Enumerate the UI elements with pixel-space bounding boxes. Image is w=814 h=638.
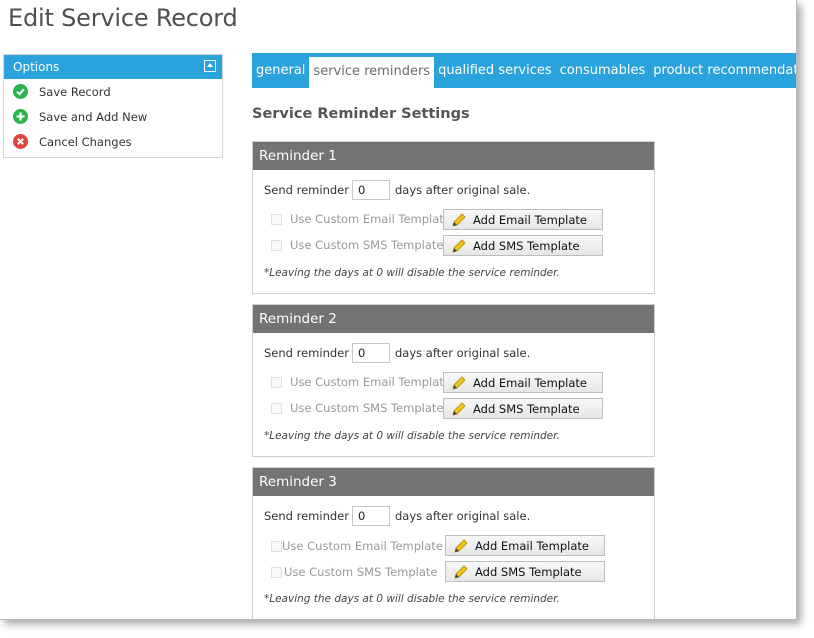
pencil-icon [452,238,466,253]
email-template-checkbox-label: Use Custom Email Template [290,375,451,389]
tab-product-recommendations[interactable]: product recommendations [649,53,796,88]
reminder-title: Reminder 3 [253,468,654,496]
email-template-checkbox[interactable] [271,213,282,225]
email-template-checkbox-label: Use Custom Email Template [290,212,451,226]
send-reminder-row: Send reminder 0 days after original sale… [264,343,530,363]
send-reminder-row: Send reminder 0 days after original sale… [264,180,530,200]
add-email-template-button[interactable]: Add Email Template [445,535,605,556]
save-record-label: Save Record [39,84,111,99]
options-panel: Options Save Record Save and Add New Can… [3,54,223,158]
days-input[interactable]: 0 [351,506,390,526]
app-window: Edit Service Record Options Save Record … [0,0,797,620]
sms-template-checkbox-label: Use Custom SMS Template [290,238,444,252]
check-circle-icon [13,84,28,99]
x-circle-icon [13,134,28,149]
tab-general[interactable]: general [252,53,309,88]
email-template-checkbox-row: Use Custom Email Template [271,375,451,389]
send-reminder-label: Send reminder [264,346,349,360]
add-sms-template-button[interactable]: Add SMS Template [443,235,603,256]
email-template-checkbox-row: Use Custom Email Template [271,212,451,226]
pencil-icon [454,564,468,579]
add-email-template-label: Add Email Template [473,212,587,227]
save-and-add-new-button[interactable]: Save and Add New [4,104,222,129]
sms-template-checkbox-row: Use Custom SMS Template [271,565,438,579]
add-sms-template-button[interactable]: Add SMS Template [443,398,603,419]
section-title: Service Reminder Settings [252,106,470,122]
collapse-icon[interactable] [204,60,216,72]
days-suffix: days after original sale. [394,509,531,523]
tab-qualified-services[interactable]: qualified services [434,53,556,88]
reminder-title: Reminder 2 [253,305,654,333]
send-reminder-label: Send reminder [264,183,349,197]
pencil-icon [452,401,466,416]
reminder-title: Reminder 1 [253,142,654,170]
add-email-template-button[interactable]: Add Email Template [443,372,603,393]
sms-template-checkbox[interactable] [271,402,282,414]
sms-template-checkbox[interactable] [271,239,282,251]
days-input[interactable]: 0 [351,343,390,363]
add-email-template-label: Add Email Template [473,375,587,390]
email-template-checkbox-row: Use Custom Email Template [271,539,443,553]
add-sms-template-label: Add SMS Template [473,238,580,253]
plus-circle-icon [13,109,28,124]
pencil-icon [454,538,468,553]
send-reminder-label: Send reminder [264,509,349,523]
pencil-icon [452,375,466,390]
email-template-checkbox[interactable] [271,540,282,552]
reminder-panel: Reminder 2 Send reminder 0 days after or… [252,304,655,457]
reminder-panel: Reminder 1 Send reminder 0 days after or… [252,141,655,294]
sms-template-checkbox-label: Use Custom SMS Template [284,565,438,579]
cancel-changes-button[interactable]: Cancel Changes [4,129,222,154]
reminder-note: *Leaving the days at 0 will disable the … [264,267,560,279]
tab-service-reminders[interactable]: service reminders [309,57,435,88]
add-email-template-button[interactable]: Add Email Template [443,209,603,230]
add-sms-template-label: Add SMS Template [473,401,580,416]
save-and-add-new-label: Save and Add New [39,109,148,124]
days-suffix: days after original sale. [394,346,531,360]
add-email-template-label: Add Email Template [475,538,589,553]
tab-consumables[interactable]: consumables [556,53,650,88]
add-sms-template-button[interactable]: Add SMS Template [445,561,605,582]
email-template-checkbox-label: Use Custom Email Template [282,539,443,553]
days-suffix: days after original sale. [394,183,531,197]
reminder-note: *Leaving the days at 0 will disable the … [264,593,560,605]
options-header: Options [4,55,222,79]
sms-template-checkbox[interactable] [271,566,282,578]
days-input[interactable]: 0 [351,180,390,200]
cancel-changes-label: Cancel Changes [39,134,132,149]
email-template-checkbox[interactable] [271,376,282,388]
pencil-icon [452,212,466,227]
send-reminder-row: Send reminder 0 days after original sale… [264,506,530,526]
sms-template-checkbox-row: Use Custom SMS Template [271,238,444,252]
reminder-panel: Reminder 3 Send reminder 0 days after or… [252,467,655,619]
sms-template-checkbox-label: Use Custom SMS Template [290,401,444,415]
add-sms-template-label: Add SMS Template [475,564,582,579]
tab-bar: general service reminders qualified serv… [252,53,796,88]
reminder-note: *Leaving the days at 0 will disable the … [264,430,560,442]
save-record-button[interactable]: Save Record [4,79,222,104]
options-header-label: Options [13,60,60,74]
page-title: Edit Service Record [8,4,238,32]
sms-template-checkbox-row: Use Custom SMS Template [271,401,444,415]
